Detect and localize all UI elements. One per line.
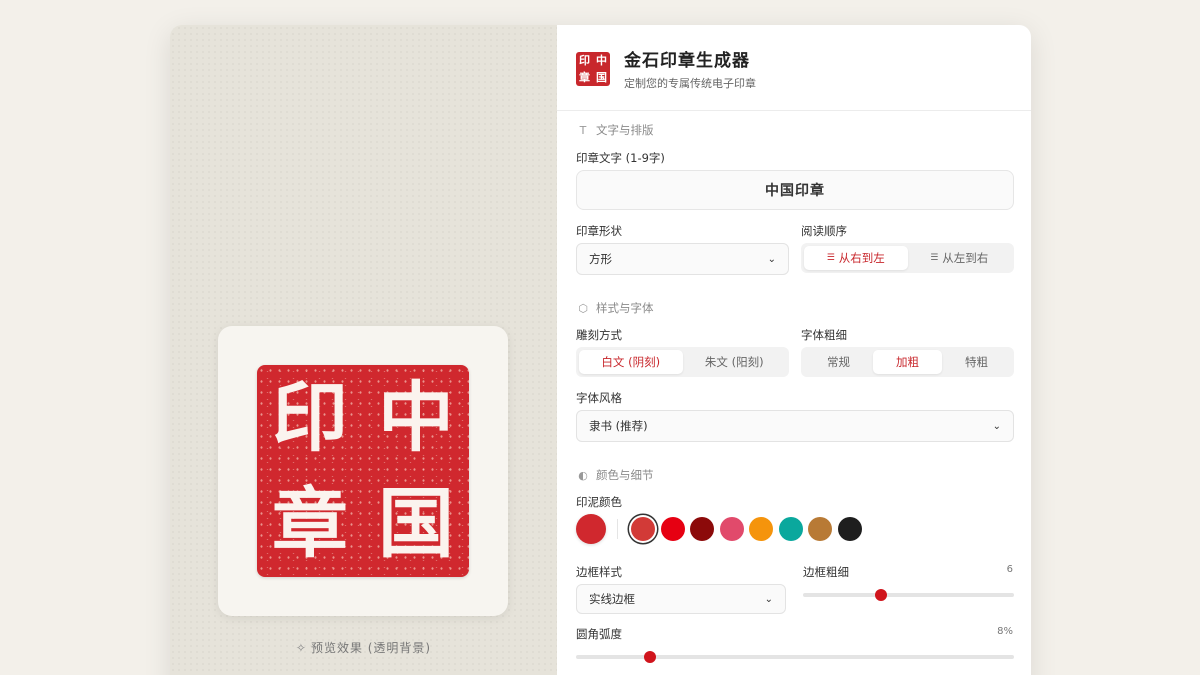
seal-char: 国 xyxy=(378,479,454,568)
reading-order-rtl[interactable]: ☰ 从右到左 xyxy=(804,246,908,270)
app-logo: 印 中 章 国 xyxy=(576,51,610,86)
type-icon: T xyxy=(579,123,587,137)
shape-label: 印章形状 xyxy=(576,224,622,238)
section-text-layout: T 文字与排版 xyxy=(576,122,654,138)
reading-order-toggle: ☰ 从右到左 ☰ 从左到右 xyxy=(801,243,1014,273)
seal-char: 中 xyxy=(378,373,454,462)
weight-label: 字体粗细 xyxy=(801,328,847,342)
header-divider xyxy=(557,110,1031,111)
border-width-slider[interactable] xyxy=(803,588,1014,602)
slider-thumb[interactable] xyxy=(875,589,888,601)
cube-icon: ⬡ xyxy=(578,301,588,315)
weight-option-heavy[interactable]: 特粗 xyxy=(942,350,1011,374)
app-window: 印 中 章 国 ✧ 预览效果 (透明背景) 印 中 章 国 金石印章生成器 定制您… xyxy=(170,25,1031,675)
chevron-down-icon: ⌄ xyxy=(767,253,776,265)
carving-option-zhuwen[interactable]: 朱文 (阳刻) xyxy=(683,350,787,374)
custom-color-picker[interactable] xyxy=(576,514,606,544)
seal-char: 印 xyxy=(272,373,348,462)
logo-char: 印 xyxy=(579,53,590,67)
carving-option-baiwen[interactable]: 白文 (阴刻) xyxy=(579,350,683,374)
color-swatch[interactable] xyxy=(778,517,803,541)
color-swatch[interactable] xyxy=(660,517,685,541)
app-subtitle: 定制您的专属传统电子印章 xyxy=(624,77,756,90)
ink-color-label: 印泥颜色 xyxy=(576,495,622,509)
slider-thumb[interactable] xyxy=(643,651,656,663)
sparkle-icon: ✧ xyxy=(295,641,307,655)
section-title: 颜色与细节 xyxy=(596,468,654,482)
preview-pane: 印 中 章 国 ✧ 预览效果 (透明背景) xyxy=(170,25,557,675)
header: 印 中 章 国 金石印章生成器 定制您的专属传统电子印章 xyxy=(576,46,756,91)
border-width-label: 边框粗细 xyxy=(803,565,849,579)
border-width-value: 6 xyxy=(1006,564,1013,575)
font-style-label: 字体风格 xyxy=(576,391,622,405)
font-style-select[interactable]: 隶书 (推荐) ⌄ xyxy=(576,410,1014,442)
option-label: 从右到左 xyxy=(838,251,885,265)
reading-order-ltr[interactable]: ☰ 从左到右 xyxy=(908,246,1012,270)
color-swatch[interactable] xyxy=(749,517,773,541)
seal-text-input[interactable] xyxy=(576,170,1014,210)
slider-track xyxy=(576,655,1014,659)
align-right-icon: ☰ xyxy=(826,253,835,263)
font-style-value: 隶书 (推荐) xyxy=(589,419,648,433)
reading-order-label: 阅读顺序 xyxy=(801,224,847,238)
weight-option-regular[interactable]: 常规 xyxy=(804,350,873,374)
color-swatch[interactable] xyxy=(837,517,862,541)
chevron-down-icon: ⌄ xyxy=(764,593,773,605)
shape-value: 方形 xyxy=(589,252,612,266)
section-title: 文字与排版 xyxy=(596,123,654,137)
preview-caption: ✧ 预览效果 (透明背景) xyxy=(170,639,557,656)
color-swatch[interactable] xyxy=(690,517,714,541)
controls-panel: 印 中 章 国 金石印章生成器 定制您的专属传统电子印章 T 文字与排版 印章文… xyxy=(557,25,1031,675)
slider-track xyxy=(803,593,1014,597)
palette-icon: ◐ xyxy=(578,468,588,482)
corner-radius-label: 圆角弧度 xyxy=(576,627,622,641)
seal-char: 章 xyxy=(272,479,348,568)
logo-char: 国 xyxy=(596,70,607,84)
preview-caption-text: 预览效果 (透明背景) xyxy=(310,641,432,655)
section-color-detail: ◐ 颜色与细节 xyxy=(576,467,654,483)
seal-preview: 印 中 章 国 xyxy=(257,365,469,577)
carving-toggle: 白文 (阴刻) 朱文 (阳刻) xyxy=(576,347,789,377)
corner-radius-slider[interactable] xyxy=(576,650,1014,664)
logo-char: 中 xyxy=(596,53,607,67)
border-style-select[interactable]: 实线边框 ⌄ xyxy=(576,584,786,614)
chevron-down-icon: ⌄ xyxy=(992,420,1001,432)
carving-label: 雕刻方式 xyxy=(576,328,622,342)
color-swatch[interactable] xyxy=(631,517,655,541)
swatch-divider xyxy=(617,519,618,539)
align-left-icon: ☰ xyxy=(930,253,939,263)
weight-option-bold[interactable]: 加粗 xyxy=(873,350,942,374)
logo-char: 章 xyxy=(579,70,590,84)
shape-select[interactable]: 方形 ⌄ xyxy=(576,243,789,275)
section-title: 样式与字体 xyxy=(596,301,654,315)
preview-stage: 印 中 章 国 xyxy=(218,326,508,616)
border-style-label: 边框样式 xyxy=(576,565,622,579)
color-swatch[interactable] xyxy=(719,517,744,541)
weight-toggle: 常规 加粗 特粗 xyxy=(801,347,1014,377)
section-style-font: ⬡ 样式与字体 xyxy=(576,300,654,316)
option-label: 从左到右 xyxy=(942,251,989,265)
corner-radius-value: 8% xyxy=(997,626,1013,637)
border-style-value: 实线边框 xyxy=(589,592,635,606)
color-swatch[interactable] xyxy=(808,517,832,541)
text-field-label: 印章文字 (1-9字) xyxy=(576,151,665,165)
app-title: 金石印章生成器 xyxy=(624,51,750,71)
